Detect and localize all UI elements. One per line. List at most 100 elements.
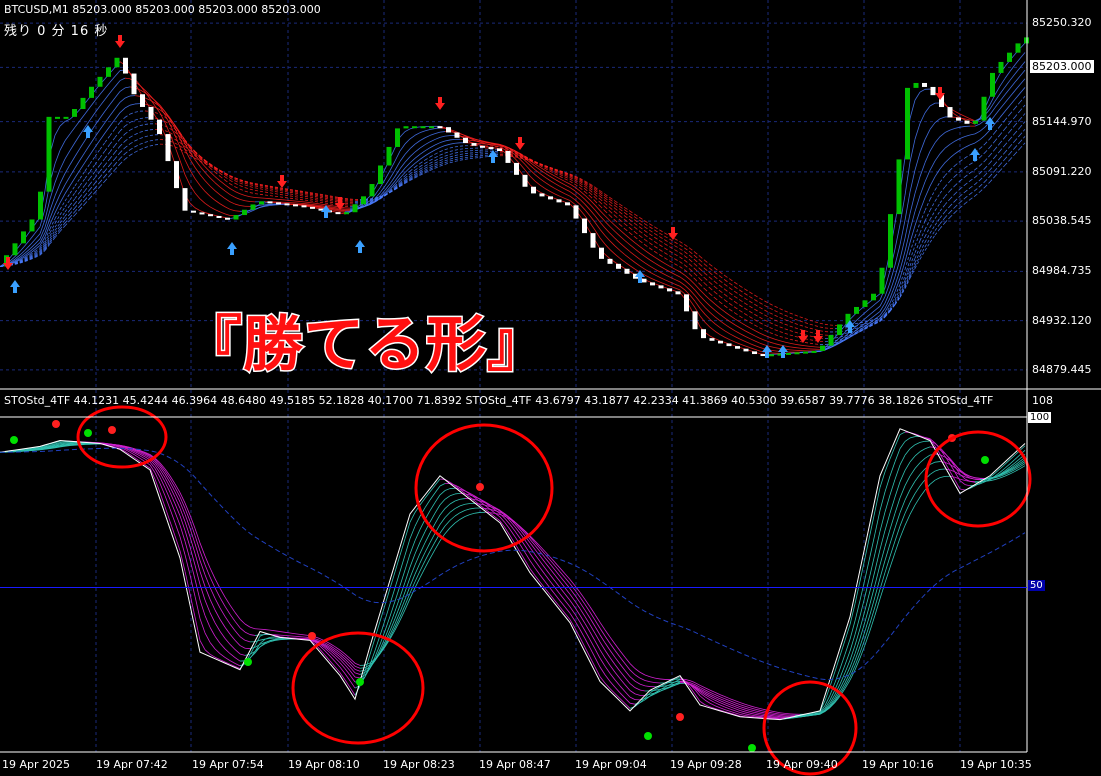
candle <box>896 159 902 215</box>
time-label: 19 Apr 09:40 <box>766 758 838 771</box>
stoch-segment <box>909 493 916 503</box>
ribbon-segment <box>124 104 131 109</box>
ribbon-segment <box>69 185 76 194</box>
stoch-segment <box>634 680 641 685</box>
stoch-segment <box>219 588 226 598</box>
ribbon-segment <box>564 193 571 197</box>
candle <box>208 214 213 217</box>
ribbon-segment <box>804 322 811 325</box>
stoch-segment <box>649 681 656 683</box>
ribbon-segment <box>719 275 726 281</box>
candle <box>786 352 791 355</box>
ribbon-segment <box>714 281 721 287</box>
ribbon-segment <box>694 263 701 270</box>
candle <box>599 247 604 259</box>
stoch-segment <box>879 582 886 599</box>
ribbon-segment <box>604 227 611 234</box>
stoch-segment <box>834 655 841 672</box>
ribbon-segment <box>49 212 56 225</box>
ribbon-segment <box>559 195 566 199</box>
candle <box>63 116 69 119</box>
ribbon-segment <box>964 193 971 199</box>
stoch-segment <box>179 508 186 522</box>
ribbon-segment <box>444 156 451 159</box>
indicator-max-label: 108 <box>1032 394 1053 407</box>
stoch-segment <box>739 714 746 716</box>
ribbon-segment <box>269 190 276 192</box>
ribbon-segment <box>729 315 736 320</box>
stoch-segment <box>584 630 591 640</box>
stoch-segment <box>619 663 626 671</box>
ribbon-segment <box>659 254 666 259</box>
stoch-segment <box>579 608 586 617</box>
ribbon-segment <box>614 211 621 217</box>
ribbon-segment <box>999 136 1006 144</box>
stoch-segment <box>934 468 941 472</box>
ribbon-segment <box>399 143 406 152</box>
candle <box>21 231 26 244</box>
ribbon-segment <box>74 178 81 187</box>
ribbon-segment <box>84 171 91 179</box>
ribbon-segment <box>144 135 151 138</box>
ribbon-segment <box>629 238 636 244</box>
stoch-segment <box>229 613 236 622</box>
stoch-segment <box>629 669 636 676</box>
stoch-segment <box>529 553 536 561</box>
ribbon-segment <box>219 180 226 186</box>
ribbon-segment <box>809 339 816 342</box>
candle <box>471 143 477 146</box>
ribbon-segment <box>104 135 111 143</box>
ribbon-segment <box>259 186 266 189</box>
ribbon-segment <box>904 162 911 196</box>
ribbon-segment <box>409 143 416 150</box>
ribbon-segment <box>439 135 446 138</box>
ribbon-segment <box>119 77 126 81</box>
stoch-segment <box>494 512 501 515</box>
ribbon-segment <box>699 315 706 323</box>
ribbon-segment <box>414 140 421 145</box>
stoch-segment <box>729 704 736 708</box>
ribbon-segment <box>644 230 651 235</box>
ribbon-segment <box>254 193 261 195</box>
ribbon-segment <box>404 128 411 132</box>
stoch-segment <box>339 656 346 662</box>
ribbon-segment <box>1014 134 1021 142</box>
ribbon-segment <box>984 129 991 136</box>
ribbon-segment <box>114 80 121 87</box>
ribbon-segment <box>804 345 811 347</box>
stoch-segment <box>189 574 196 597</box>
ribbon-segment <box>979 143 986 149</box>
ribbon-segment <box>769 303 776 307</box>
stoch-segment <box>474 512 481 514</box>
ribbon-segment <box>744 288 751 293</box>
ribbon-segment <box>609 233 616 239</box>
ribbon-segment <box>99 87 106 95</box>
ribbon-segment <box>299 197 306 199</box>
ribbon-segment <box>64 217 71 224</box>
stoch-segment <box>914 496 921 506</box>
ribbon-segment <box>1004 71 1011 79</box>
candle <box>97 76 103 87</box>
ribbon-segment <box>974 139 981 144</box>
ribbon-segment <box>424 152 431 157</box>
candle <box>225 217 230 220</box>
ribbon-segment <box>34 226 41 234</box>
candle <box>386 146 392 166</box>
ribbon-segment <box>779 326 786 330</box>
ribbon-segment <box>224 206 231 210</box>
ribbon-segment <box>724 336 731 341</box>
ribbon-segment <box>1009 133 1016 140</box>
ribbon-segment <box>119 87 126 92</box>
ribbon-segment <box>314 201 321 203</box>
chart-canvas[interactable] <box>0 0 1101 776</box>
ribbon-segment <box>479 156 486 158</box>
ribbon-segment <box>589 204 596 211</box>
stoch-segment <box>284 631 291 634</box>
ribbon-segment <box>1019 96 1026 103</box>
time-label: 19 Apr 08:10 <box>288 758 360 771</box>
signal-dot <box>676 713 684 721</box>
candle <box>624 268 630 274</box>
stoch-segment <box>629 696 636 700</box>
stoch-segment <box>424 542 431 553</box>
stoch-segment <box>194 616 201 641</box>
